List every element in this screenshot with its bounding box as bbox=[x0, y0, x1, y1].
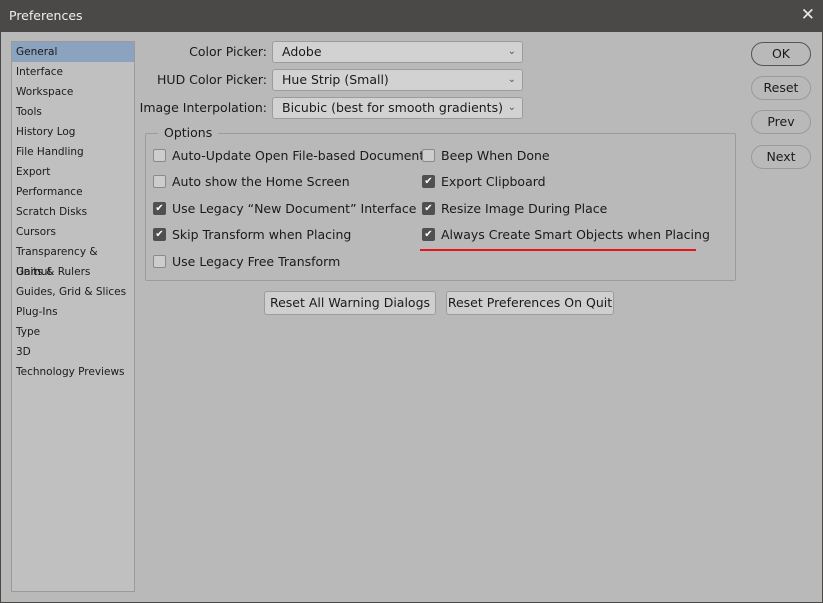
reset-preferences-on-quit-button[interactable]: Reset Preferences On Quit bbox=[446, 291, 614, 315]
sidebar-item-3d[interactable]: 3D bbox=[12, 342, 134, 362]
select-value: Adobe bbox=[282, 44, 322, 59]
red-underline-annotation bbox=[420, 249, 696, 251]
sidebar-item-performance[interactable]: Performance bbox=[12, 182, 134, 202]
options-title: Options bbox=[158, 125, 219, 140]
sidebar-item-type[interactable]: Type bbox=[12, 322, 134, 342]
sidebar-item-technology-previews[interactable]: Technology Previews bbox=[12, 362, 134, 382]
checkbox-label: Use Legacy Free Transform bbox=[172, 254, 341, 269]
checkbox-label: Export Clipboard bbox=[441, 174, 546, 189]
select-value: Bicubic (best for smooth gradients) bbox=[282, 100, 503, 115]
checkbox-use-legacy-free-transform[interactable]: Use Legacy Free Transform bbox=[153, 254, 340, 269]
prev-button[interactable]: Prev bbox=[751, 110, 811, 134]
checkbox-auto-show-the-home-screen[interactable]: Auto show the Home Screen bbox=[153, 174, 350, 189]
color-picker-select[interactable]: Adobe ⌄ bbox=[272, 41, 523, 63]
checkbox-use-legacy-new-document-interface[interactable]: ✔ Use Legacy “New Document” Interface bbox=[153, 201, 416, 216]
field-label: Image Interpolation: bbox=[139, 100, 267, 115]
sidebar-item-units-rulers[interactable]: Units & Rulers bbox=[12, 262, 134, 282]
checkbox-always-create-smart-objects-when-placing[interactable]: ✔ Always Create Smart Objects when Placin… bbox=[422, 227, 710, 242]
hud-color-picker-select[interactable]: Hue Strip (Small) ⌄ bbox=[272, 69, 523, 91]
sidebar-item-history-log[interactable]: History Log bbox=[12, 122, 134, 142]
checkbox-label: Auto show the Home Screen bbox=[172, 174, 350, 189]
chevron-down-icon: ⌄ bbox=[507, 74, 516, 85]
title-bar: Preferences ✕ bbox=[0, 0, 823, 32]
sidebar-item-guides-grid-slices[interactable]: Guides, Grid & Slices bbox=[12, 282, 134, 302]
checkbox-checked-icon[interactable]: ✔ bbox=[153, 202, 166, 215]
checkbox-unchecked-icon[interactable] bbox=[153, 175, 166, 188]
checkbox-beep-when-done[interactable]: Beep When Done bbox=[422, 148, 550, 163]
window-title: Preferences bbox=[9, 8, 83, 23]
reset-all-warning-dialogs-button[interactable]: Reset All Warning Dialogs bbox=[264, 291, 436, 315]
reset-button[interactable]: Reset bbox=[751, 76, 811, 100]
sidebar-item-workspace[interactable]: Workspace bbox=[12, 82, 134, 102]
image-interpolation-select[interactable]: Bicubic (best for smooth gradients) ⌄ bbox=[272, 97, 523, 119]
field-label: HUD Color Picker: bbox=[157, 72, 267, 87]
checkbox-label: Beep When Done bbox=[441, 148, 550, 163]
checkbox-unchecked-icon[interactable] bbox=[153, 255, 166, 268]
checkbox-label: Auto-Update Open File-based Documents bbox=[172, 148, 431, 163]
checkbox-unchecked-icon[interactable] bbox=[422, 149, 435, 162]
checkbox-checked-icon[interactable]: ✔ bbox=[422, 202, 435, 215]
checkbox-checked-icon[interactable]: ✔ bbox=[422, 175, 435, 188]
select-value: Hue Strip (Small) bbox=[282, 72, 389, 87]
sidebar-item-transparency-gamut[interactable]: Transparency & Gamut bbox=[12, 242, 134, 278]
chevron-down-icon: ⌄ bbox=[507, 102, 516, 113]
chevron-down-icon: ⌄ bbox=[507, 46, 516, 57]
checkbox-label: Use Legacy “New Document” Interface bbox=[172, 201, 417, 216]
sidebar-item-export[interactable]: Export bbox=[12, 162, 134, 182]
sidebar-item-scratch-disks[interactable]: Scratch Disks bbox=[12, 202, 134, 222]
next-button[interactable]: Next bbox=[751, 145, 811, 169]
checkbox-checked-icon[interactable]: ✔ bbox=[153, 228, 166, 241]
ok-button[interactable]: OK bbox=[751, 42, 811, 66]
checkbox-label: Always Create Smart Objects when Placing bbox=[441, 227, 710, 242]
checkbox-auto-update-open-file-based-documents[interactable]: Auto-Update Open File-based Documents bbox=[153, 148, 431, 163]
checkbox-checked-icon[interactable]: ✔ bbox=[422, 228, 435, 241]
sidebar-item-interface[interactable]: Interface bbox=[12, 62, 134, 82]
checkbox-skip-transform-when-placing[interactable]: ✔ Skip Transform when Placing bbox=[153, 227, 351, 242]
sidebar-item-cursors[interactable]: Cursors bbox=[12, 222, 134, 242]
sidebar-item-general[interactable]: General bbox=[12, 42, 134, 62]
sidebar-item-plug-ins[interactable]: Plug-Ins bbox=[12, 302, 134, 322]
close-icon[interactable]: ✕ bbox=[801, 5, 815, 25]
checkbox-label: Skip Transform when Placing bbox=[172, 227, 352, 242]
sidebar: General Interface Workspace Tools History Lo… bbox=[11, 41, 135, 592]
checkbox-unchecked-icon[interactable] bbox=[153, 149, 166, 162]
sidebar-item-file-handling[interactable]: File Handling bbox=[12, 142, 134, 162]
field-label: Color Picker: bbox=[189, 44, 267, 59]
checkbox-label: Resize Image During Place bbox=[441, 201, 608, 216]
sidebar-item-tools[interactable]: Tools bbox=[12, 102, 134, 122]
checkbox-export-clipboard[interactable]: ✔ Export Clipboard bbox=[422, 174, 546, 189]
checkbox-resize-image-during-place[interactable]: ✔ Resize Image During Place bbox=[422, 201, 607, 216]
